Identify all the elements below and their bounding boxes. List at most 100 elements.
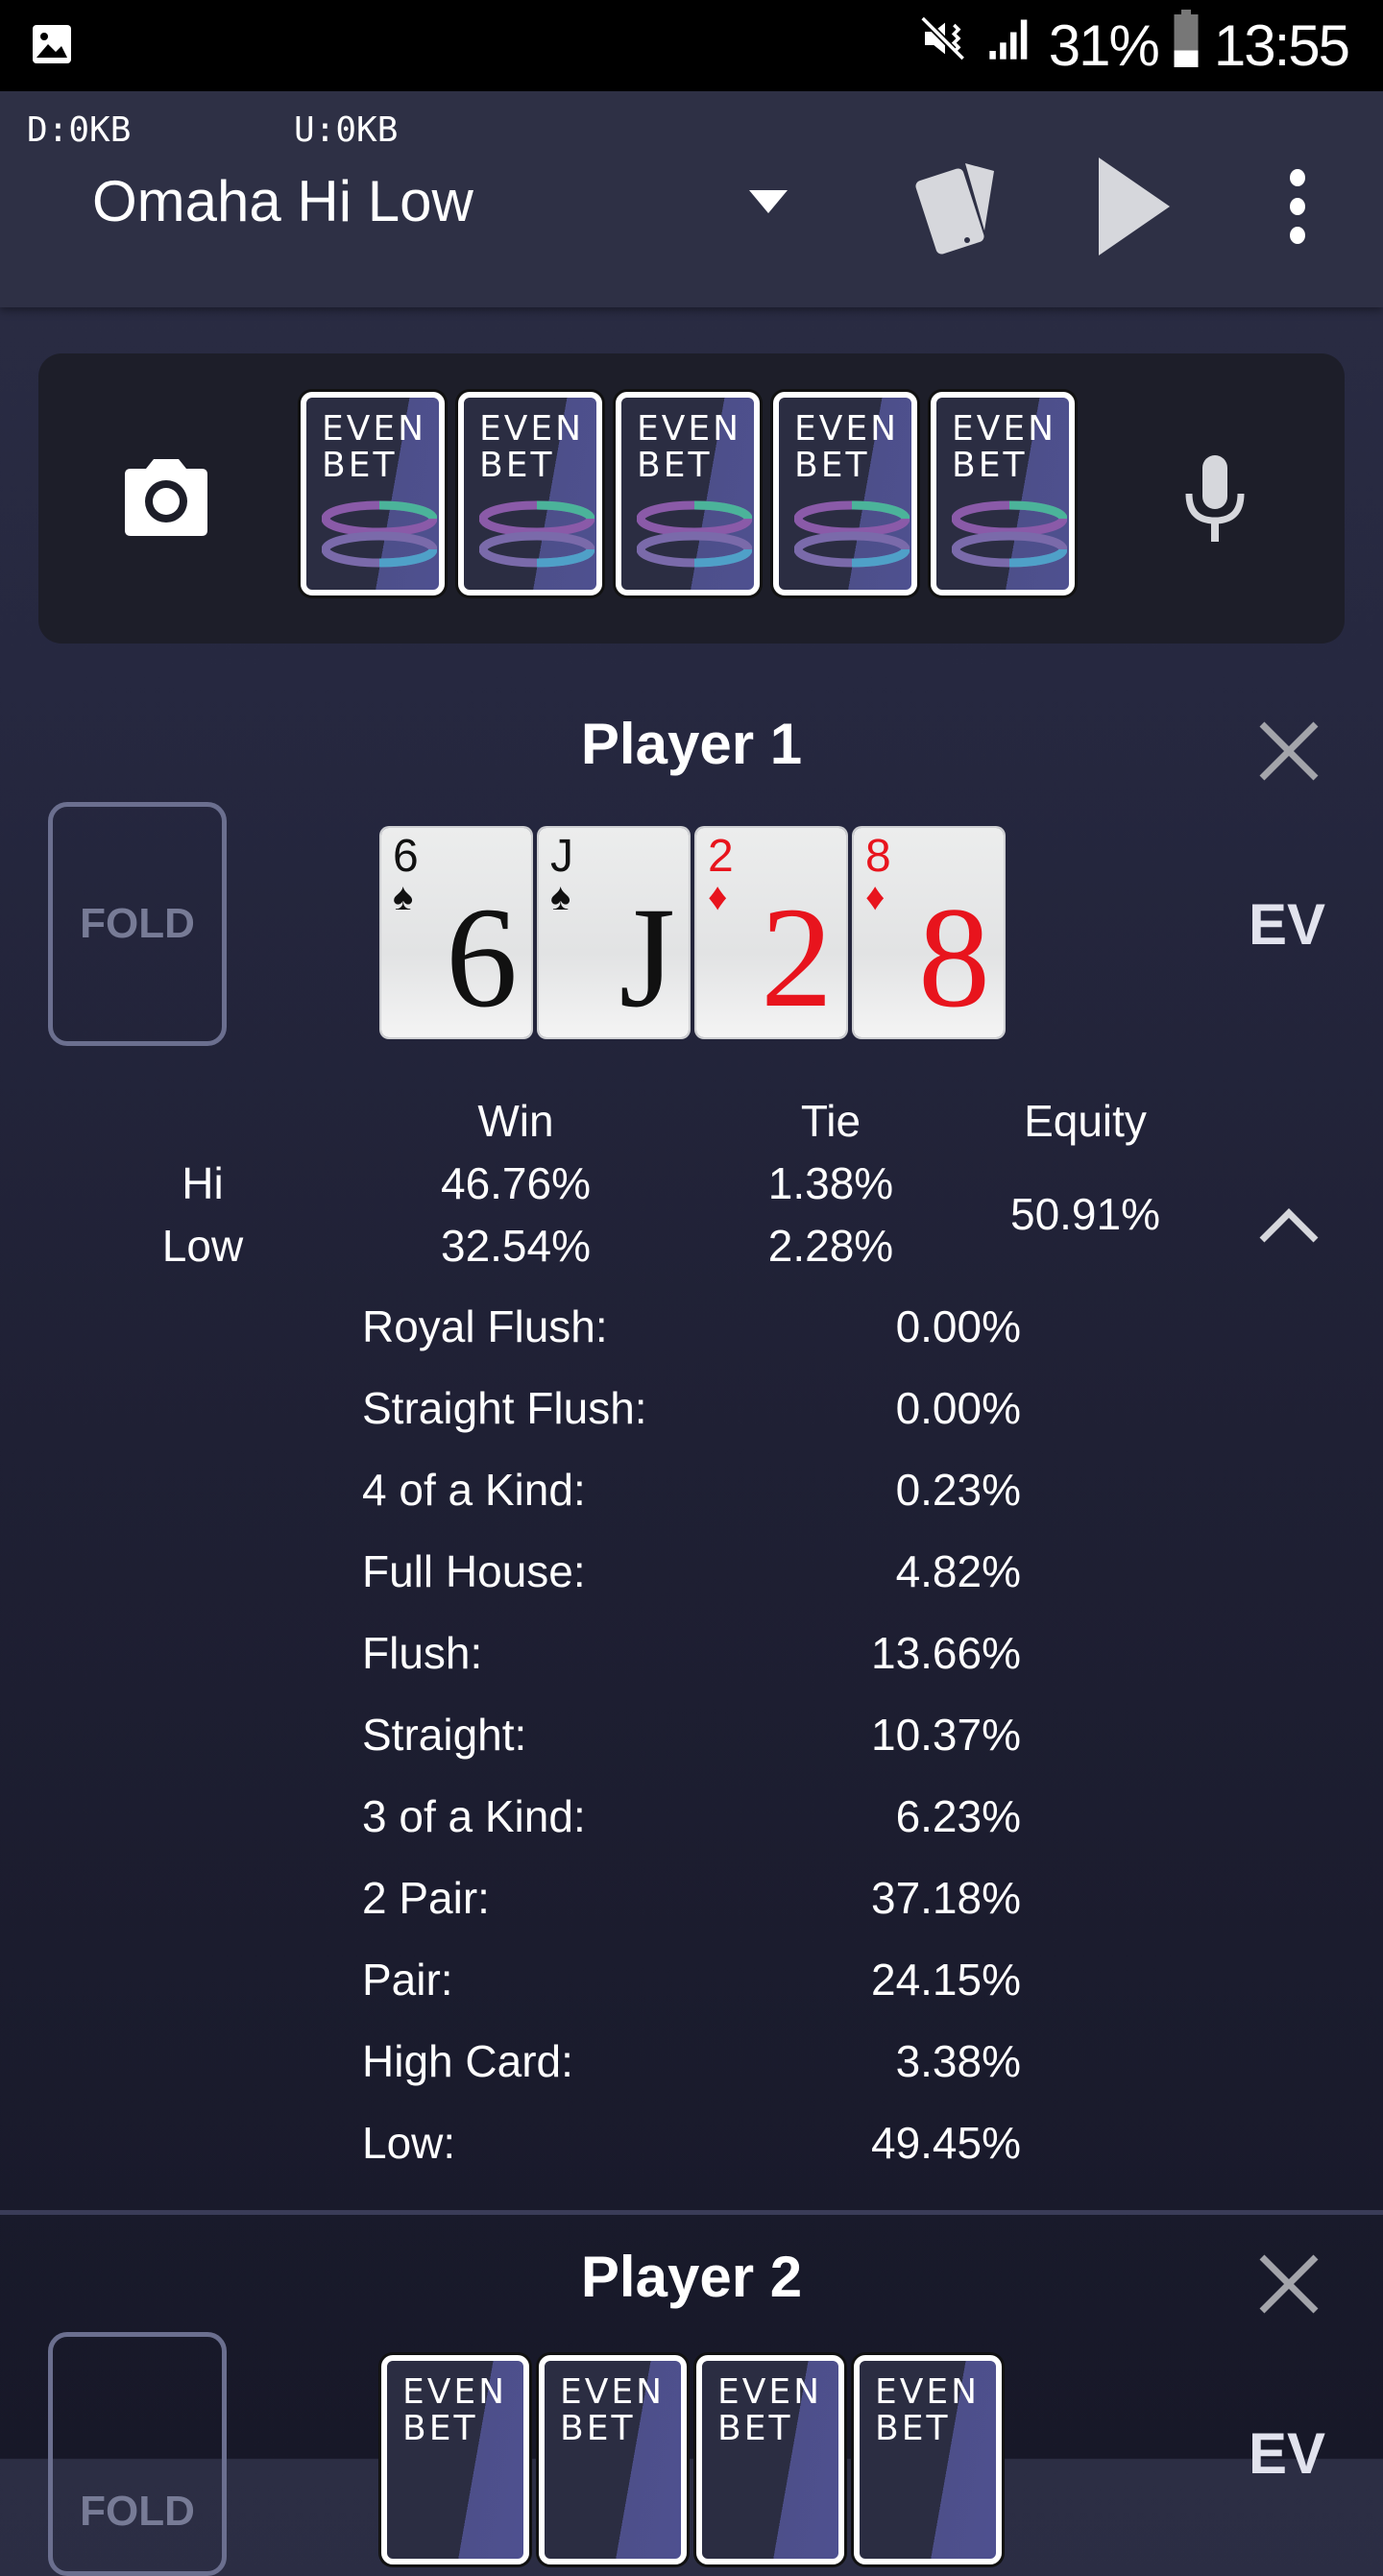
player-2-ev-button[interactable]: EV [1249,2420,1325,2487]
status-bar: 31% 13:55 [0,0,1383,91]
hand-type-label: Straight Flush: [362,1383,647,1433]
hand-type-label: Low: [362,2118,456,2168]
board-card-4[interactable]: EVEN BET [773,392,917,595]
player-2-card-2[interactable]: EVEN BET [539,2355,687,2564]
hand-type-label: Straight: [362,1710,527,1760]
clock: 13:55 [1213,12,1350,78]
hand-type-label: Flush: [362,1628,483,1678]
equity-value: 50.91% [1009,1189,1160,1239]
player-2-card-1[interactable]: EVEN BET [381,2355,529,2564]
spade-icon: ♠ [393,875,414,918]
evenbet-logo: EVEN BET [717,2372,823,2448]
player-divider [0,2210,1383,2215]
low-row-label: Low [161,1221,244,1271]
hand-type-percent: 4.82% [895,1546,1021,1596]
rings-logo-icon [637,500,752,568]
more-vert-icon [1290,169,1305,244]
remove-player-1-button[interactable] [1254,717,1323,786]
collapse-details-button[interactable] [1258,1205,1320,1249]
battery-percent: 31% [1048,12,1160,78]
hand-type-percent: 6.23% [895,1791,1021,1841]
hi-tie-value: 1.38% [767,1158,894,1208]
evenbet-logo: EVEN BET [560,2372,666,2448]
rings-logo-icon [479,500,594,568]
hand-type-label: Full House: [362,1546,586,1596]
player-2-card-4[interactable]: EVEN BET [854,2355,1002,2564]
hand-type-percent: 0.00% [895,1301,1021,1351]
hand-type-label: Pair: [362,1955,453,2005]
hand-type-percent: 0.00% [895,1383,1021,1433]
hi-row-label: Hi [182,1158,224,1208]
win-header: Win [477,1096,554,1146]
board-card-3[interactable]: EVEN BET [616,392,760,595]
hand-type-label: 4 of a Kind: [362,1465,586,1515]
diamond-icon: ♦ [865,875,886,918]
player-2-title: Player 2 [580,2245,803,2309]
rings-logo-icon [322,500,437,568]
player-1-card-3[interactable]: 2 ♦ 2 [696,828,846,1037]
player-2-fold-button[interactable]: FOLD [48,2332,227,2576]
board-panel: EVEN BET EVEN BET EVEN BET EVEN BET EVEN BET [38,353,1345,644]
hand-type-percent: 0.23% [895,1465,1021,1515]
player-1-card-2[interactable]: J ♠ J [539,828,689,1037]
hand-type-label: Royal Flush: [362,1301,608,1351]
board-card-2[interactable]: EVEN BET [458,392,602,595]
evenbet-logo: EVEN BET [875,2372,981,2448]
hand-type-percent: 49.45% [870,2118,1021,2168]
image-icon [29,21,75,67]
hand-type-percent: 13.66% [870,1628,1021,1678]
hand-type-percent: 10.37% [870,1710,1021,1760]
rings-logo-icon [952,500,1067,568]
hand-type-percent: 3.38% [895,2036,1021,2086]
mic-icon [1185,455,1245,542]
tie-header: Tie [800,1096,861,1146]
board-card-1[interactable]: EVEN BET [301,392,445,595]
camera-icon [125,459,207,536]
evenbet-logo: EVEN BET [637,409,742,485]
rings-logo-icon [794,500,910,568]
more-options-button[interactable] [1245,149,1350,264]
evenbet-logo: EVEN BET [479,409,585,485]
play-button[interactable] [1080,149,1186,264]
random-cards-button[interactable] [903,149,1008,264]
hand-type-percent: 24.15% [870,1955,1021,2005]
game-type-selector[interactable]: Omaha Hi Low [92,168,473,234]
player-1-ev-button[interactable]: EV [1249,891,1325,958]
close-icon [1259,721,1319,781]
board-card-5[interactable]: EVEN BET [931,392,1075,595]
voice-input-button[interactable] [1183,455,1247,547]
evenbet-logo: EVEN BET [402,2372,508,2448]
hand-type-label: High Card: [362,2036,573,2086]
evenbet-logo: EVEN BET [794,409,900,485]
player-1-fold-button[interactable]: FOLD [48,802,227,1046]
upload-rate: U:0KB [294,110,399,150]
hand-type-label: 2 Pair: [362,1873,490,1923]
camera-button[interactable] [125,459,207,541]
dropdown-icon[interactable] [749,190,788,213]
random-cards-icon [915,163,994,255]
player-1-card-1[interactable]: 6 ♠ 6 [381,828,531,1037]
mute-vibrate-icon [918,12,972,79]
player-2-card-3[interactable]: EVEN BET [696,2355,844,2564]
hand-type-percent: 37.18% [870,1873,1021,1923]
close-icon [1259,2254,1319,2314]
battery-icon [1172,10,1201,81]
player-1-title: Player 1 [580,712,803,776]
hand-type-label: 3 of a Kind: [362,1791,586,1841]
low-win-value: 32.54% [440,1221,591,1271]
spade-icon: ♠ [550,875,571,918]
app-bar: D:0KB U:0KB Omaha Hi Low [0,91,1383,307]
signal-icon [985,12,1035,79]
evenbet-logo: EVEN BET [322,409,427,485]
remove-player-2-button[interactable] [1254,2249,1323,2319]
download-rate: D:0KB [27,110,132,150]
low-tie-value: 2.28% [767,1221,894,1271]
evenbet-logo: EVEN BET [952,409,1057,485]
chevron-up-icon [1259,1208,1319,1243]
play-icon [1099,158,1170,255]
player-1-card-4[interactable]: 8 ♦ 8 [854,828,1004,1037]
equity-header: Equity [1024,1096,1147,1146]
hi-win-value: 46.76% [440,1158,591,1208]
status-indicators: 31% 13:55 [918,10,1350,81]
diamond-icon: ♦ [708,875,728,918]
